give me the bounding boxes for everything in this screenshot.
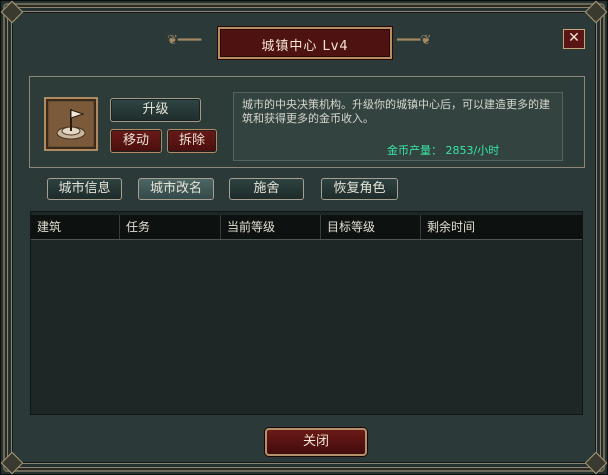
column-header-current-level: 当前等级	[221, 215, 321, 239]
tab-city-info[interactable]: 城市信息	[47, 178, 122, 200]
tab-restore-role[interactable]: 恢复角色	[321, 178, 398, 200]
title-ornament-right: ━━━❦	[397, 33, 432, 48]
column-header-remaining-time: 剩余时间	[427, 220, 476, 234]
close-button[interactable]: 关闭	[265, 428, 367, 456]
column-header-target-level: 目标等级	[321, 215, 421, 239]
gold-output: 金币产量： 2853/小时	[387, 142, 499, 158]
column-header-building: 建筑	[31, 215, 120, 239]
city-center-window: ❦━━━ ━━━❦ 城镇中心 Lv4 ✕ 升级 移动 拆除 城市的中央决策机构。…	[0, 0, 608, 475]
column-header-task: 任务	[120, 215, 221, 239]
construction-table: 建筑 任务 当前等级 目标等级 剩余时间	[30, 211, 583, 415]
table-header: 建筑 任务 当前等级 目标等级 剩余时间	[31, 215, 582, 240]
demolish-button[interactable]: 拆除	[167, 129, 217, 153]
title-ornament-left: ❦━━━	[167, 33, 202, 48]
flag-icon	[49, 102, 93, 146]
move-button[interactable]: 移动	[110, 129, 162, 153]
window-title-plate: 城镇中心 Lv4	[218, 27, 392, 59]
tab-city-rename[interactable]: 城市改名	[138, 178, 214, 200]
gold-output-label: 金币产量：	[387, 144, 442, 157]
tab-charity[interactable]: 施舍	[229, 178, 304, 200]
gold-output-value: 2853/小时	[445, 144, 500, 157]
window-title: 城镇中心 Lv4	[261, 39, 349, 54]
upgrade-button[interactable]: 升级	[110, 98, 201, 122]
building-description-box: 城市的中央决策机构。升级你的城镇中心后，可以建造更多的建筑和获得更多的金币收入。…	[233, 92, 563, 161]
building-description: 城市的中央决策机构。升级你的城镇中心后，可以建造更多的建筑和获得更多的金币收入。	[242, 98, 550, 125]
close-icon[interactable]: ✕	[563, 29, 585, 49]
town-center-icon	[44, 97, 98, 151]
